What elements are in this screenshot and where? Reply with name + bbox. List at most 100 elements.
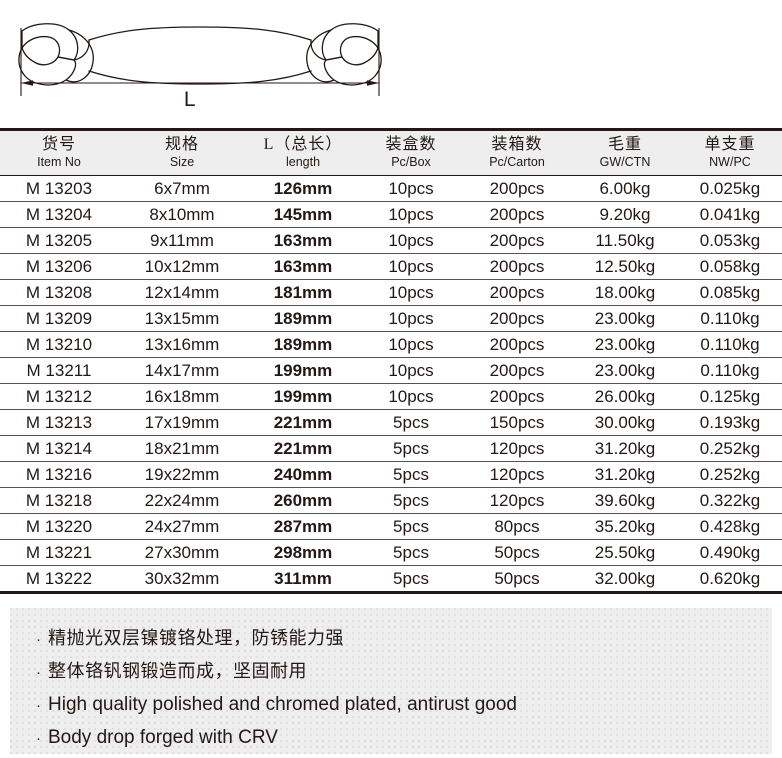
gross-weight-cell: 39.60kg <box>572 487 678 514</box>
item-no-cell: M 13220 <box>0 513 118 540</box>
net-weight-cell: 0.041kg <box>678 201 782 228</box>
gross-weight-cell: 23.00kg <box>572 305 678 332</box>
column-header-item-no: 货号 Item No <box>0 129 118 176</box>
length-cell: 163mm <box>246 253 360 280</box>
column-header-gross-weight: 毛重 GW/CTN <box>572 129 678 176</box>
column-header-cn: 规格 <box>164 136 199 153</box>
net-weight-cell: 0.252kg <box>678 461 782 488</box>
feature-item: · Body drop forged with CRV <box>10 723 772 753</box>
gross-weight-cell: 25.50kg <box>572 539 678 566</box>
column-header-cn: 毛重 <box>607 136 642 153</box>
length-cell: 221mm <box>246 409 360 436</box>
length-cell: 163mm <box>246 227 360 254</box>
size-cell: 27x30mm <box>118 539 246 566</box>
item-no-cell: M 13205 <box>0 227 118 254</box>
column-header-pc-carton: 装箱数 Pc/Carton <box>462 129 572 176</box>
length-cell: 145mm <box>246 201 360 228</box>
gross-weight-cell: 18.00kg <box>572 279 678 306</box>
column-header-en: Pc/Box <box>391 155 431 169</box>
table-row: M 13218 22x24mm 260mm 5pcs 120pcs 39.60kg 0.32… <box>0 487 782 514</box>
specification-table: 货号 Item No 规格 Size L（总长） length 装盒数 Pc/B… <box>0 128 782 594</box>
length-cell: 298mm <box>246 539 360 566</box>
pc-box-cell: 10pcs <box>360 253 462 280</box>
size-cell: 13x15mm <box>118 305 246 332</box>
size-cell: 30x32mm <box>144 569 220 588</box>
pc-box-cell: 10pcs <box>360 201 462 228</box>
feature-item: · 整体铬钒钢锻造而成，坚固耐用 <box>10 657 772 687</box>
column-header-net-weight: 单支重 NW/PC <box>678 129 782 176</box>
pc-box-cell: 5pcs <box>360 513 462 540</box>
pc-box-cell: 5pcs <box>360 461 462 488</box>
pc-carton-cell: 80pcs <box>462 513 572 540</box>
size-cell: 8x10mm <box>118 201 246 228</box>
item-no-cell: M 13222 <box>25 569 93 588</box>
table-row: M 13221 27x30mm 298mm 5pcs 50pcs 25.50kg 0.490… <box>0 539 782 566</box>
bullet-icon: · <box>36 664 41 681</box>
gross-weight-cell: 12.50kg <box>572 253 678 280</box>
item-no-cell: M 13209 <box>0 305 118 332</box>
pc-box-cell: 10pcs <box>360 383 462 410</box>
length-cell: 126mm <box>246 175 360 202</box>
item-no-cell: M 13218 <box>0 487 118 514</box>
gross-weight-cell: 11.50kg <box>572 227 678 254</box>
net-weight-cell: 0.110kg <box>678 357 782 384</box>
table-row: M 13213 17x19mm 221mm 5pcs 150pcs 30.00kg 0.19… <box>0 409 782 436</box>
column-header-cn: 货号 <box>41 136 76 153</box>
pc-box-cell: 10pcs <box>360 331 462 358</box>
net-weight-cell: 0.110kg <box>678 305 782 332</box>
column-header-pc-box: 装盒数 Pc/Box <box>360 129 462 176</box>
table-row: M 13204 8x10mm 145mm 10pcs 200pcs 9.20kg 0.041… <box>0 201 782 228</box>
column-header-en: Size <box>169 155 195 169</box>
pc-carton-cell: 200pcs <box>462 227 572 254</box>
net-weight-cell: 0.053kg <box>678 227 782 254</box>
column-header-cn: 装箱数 <box>491 136 543 153</box>
net-weight-cell: 0.085kg <box>678 279 782 306</box>
size-cell: 10x12mm <box>118 253 246 280</box>
pc-carton-cell: 200pcs <box>462 305 572 332</box>
length-cell: 221mm <box>246 435 360 462</box>
size-cell: 18x21mm <box>118 435 246 462</box>
pc-box-cell: 10pcs <box>360 175 462 202</box>
pc-box-cell: 10pcs <box>360 279 462 306</box>
pc-carton-cell: 120pcs <box>462 461 572 488</box>
bullet-icon: · <box>36 697 41 714</box>
gross-weight-cell: 35.20kg <box>572 513 678 540</box>
pc-box-cell: 5pcs <box>360 487 462 514</box>
pc-carton-cell: 50pcs <box>462 539 572 566</box>
bullet-icon: · <box>36 730 41 747</box>
feature-text: 精抛光双层镍镀铬处理，防锈能力强 <box>48 628 344 649</box>
pc-box-cell: 10pcs <box>360 357 462 384</box>
net-weight-cell: 0.428kg <box>678 513 782 540</box>
column-header-size: 规格 Size <box>118 129 246 176</box>
column-header-en: Pc/Carton <box>489 155 545 169</box>
feature-item: · High quality polished and chromed plate… <box>10 690 772 720</box>
item-no-cell: M 13206 <box>0 253 118 280</box>
gross-weight-cell: 26.00kg <box>572 383 678 410</box>
pc-carton-cell: 200pcs <box>462 331 572 358</box>
gross-weight-cell: 31.20kg <box>572 461 678 488</box>
size-cell: 9x11mm <box>118 227 246 254</box>
table-row: M 13210 13x16mm 189mm 10pcs 200pcs 23.00kg 0.1… <box>0 331 782 358</box>
feature-text: 整体铬钒钢锻造而成，坚固耐用 <box>48 661 307 682</box>
table-row: M 13216 19x22mm 240mm 5pcs 120pcs 31.20kg 0.25… <box>0 461 782 488</box>
pc-carton-cell: 200pcs <box>462 175 572 202</box>
size-cell: 22x24mm <box>118 487 246 514</box>
length-cell: 199mm <box>246 383 360 410</box>
pc-carton-cell: 120pcs <box>462 435 572 462</box>
pc-box-cell: 5pcs <box>360 539 462 566</box>
bullet-icon: · <box>36 631 41 648</box>
gross-weight-cell: 30.00kg <box>572 409 678 436</box>
net-weight-cell: 0.193kg <box>678 409 782 436</box>
pc-carton-cell: 200pcs <box>462 253 572 280</box>
table-row: M 13209 13x15mm 189mm 10pcs 200pcs 23.00kg 0.1… <box>0 305 782 332</box>
net-weight-cell: 0.620kg <box>699 569 761 588</box>
column-header-length: L（总长） length <box>246 129 360 176</box>
size-cell: 14x17mm <box>118 357 246 384</box>
pc-box-cell: 10pcs <box>360 227 462 254</box>
table-row: M 13220 24x27mm 287mm 5pcs 80pcs 35.20kg 0.428… <box>0 513 782 540</box>
length-cell: 287mm <box>246 513 360 540</box>
pc-carton-cell: 200pcs <box>462 357 572 384</box>
feature-text: High quality polished and chromed plated… <box>48 694 517 715</box>
length-cell: 181mm <box>246 279 360 306</box>
pc-box-cell: 10pcs <box>360 305 462 332</box>
